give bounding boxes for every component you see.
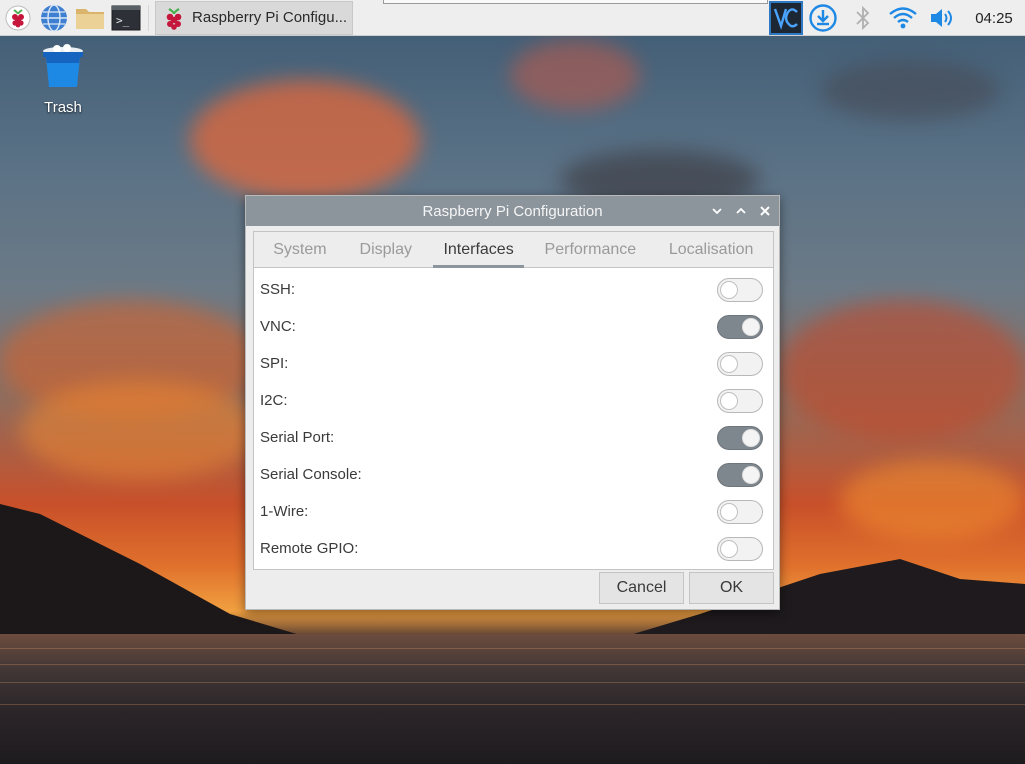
switch-knob: [742, 465, 760, 484]
configuration-dialog: Raspberry Pi Configuration System Displa…: [245, 195, 780, 610]
row-label: SPI:: [260, 355, 289, 372]
trash-icon: [43, 44, 83, 87]
taskbar-separator: [148, 4, 149, 31]
tab-label: Localisation: [668, 240, 754, 258]
system-tray: 04:25: [769, 0, 1025, 36]
row-remote-gpio: Remote GPIO:: [254, 530, 773, 567]
tab-label: Display: [359, 240, 412, 258]
row-label: Serial Console:: [260, 466, 362, 483]
row-i2c: I2C:: [254, 382, 773, 419]
spi-switch[interactable]: [717, 351, 763, 376]
web-browser-icon: [41, 3, 67, 32]
file-manager-icon: [76, 8, 104, 29]
serial-port-switch[interactable]: [717, 425, 763, 450]
cancel-button[interactable]: Cancel: [599, 572, 684, 604]
one-wire-switch[interactable]: [717, 499, 763, 524]
tab-display[interactable]: Display: [346, 232, 426, 267]
tab-localisation[interactable]: Localisation: [649, 232, 773, 267]
raspberry-pi-icon: [166, 7, 182, 30]
ok-button[interactable]: OK: [689, 572, 774, 604]
row-spi: SPI:: [254, 345, 773, 382]
download-update-icon: [809, 4, 837, 32]
svg-text:>_: >_: [116, 14, 130, 27]
tab-interfaces[interactable]: Interfaces: [426, 232, 532, 268]
chevron-up-icon: [736, 207, 746, 214]
volume-button[interactable]: [923, 0, 963, 36]
clock[interactable]: 04:25: [963, 10, 1025, 27]
serial-console-switch[interactable]: [717, 462, 763, 487]
raspberry-menu-icon: [5, 5, 31, 30]
window-controls: [709, 196, 773, 226]
vnc-server-icon: [773, 8, 798, 30]
tab-label: Interfaces: [433, 232, 525, 268]
taskbar: >_ Raspberry Pi Configu... 04:25: [0, 0, 1025, 36]
maximize-button[interactable]: [733, 203, 749, 219]
bluetooth-button[interactable]: [843, 0, 883, 36]
terminal-button[interactable]: >_: [108, 0, 144, 36]
i2c-switch[interactable]: [717, 388, 763, 413]
row-label: VNC:: [260, 318, 296, 335]
taskbar-window-label: Raspberry Pi Configu...: [192, 9, 348, 26]
dialog-titlebar[interactable]: Raspberry Pi Configuration: [246, 196, 779, 226]
taskbar-input-strip: [383, 0, 768, 4]
chevron-down-icon: [712, 208, 722, 215]
ssh-switch[interactable]: [717, 277, 763, 302]
lake: [0, 634, 1025, 764]
row-label: Serial Port:: [260, 429, 335, 446]
row-label: Remote GPIO:: [260, 540, 359, 557]
web-browser-button[interactable]: [36, 0, 72, 36]
tab-label: System: [273, 240, 327, 258]
wifi-icon: [889, 7, 917, 29]
switch-knob: [720, 280, 738, 299]
switch-knob: [720, 539, 738, 558]
row-1-wire: 1-Wire:: [254, 493, 773, 530]
update-button[interactable]: [803, 0, 843, 36]
bluetooth-icon: [856, 5, 870, 31]
tab-notebook: System Display Interfaces Performance Lo…: [253, 231, 774, 570]
tab-system[interactable]: System: [254, 232, 346, 267]
row-serial-port: Serial Port:: [254, 419, 773, 456]
file-manager-button[interactable]: [72, 0, 108, 36]
remote-gpio-switch[interactable]: [717, 536, 763, 561]
terminal-icon: >_: [111, 5, 141, 30]
switch-knob: [720, 502, 738, 521]
minimize-button[interactable]: [709, 203, 725, 219]
tab-label: Performance: [544, 240, 637, 258]
interface-list: SSH: VNC: SPI: I2C: Serial Port: Serial …: [254, 268, 773, 567]
switch-knob: [720, 391, 738, 410]
switch-knob: [742, 317, 760, 336]
raspberry-menu-button[interactable]: [0, 0, 36, 36]
switch-knob: [742, 428, 760, 447]
row-label: I2C:: [260, 392, 288, 409]
row-ssh: SSH:: [254, 271, 773, 308]
close-button[interactable]: [757, 203, 773, 219]
row-vnc: VNC:: [254, 308, 773, 345]
switch-knob: [720, 354, 738, 373]
volume-icon: [931, 9, 952, 27]
row-serial-console: Serial Console:: [254, 456, 773, 493]
tab-bar: System Display Interfaces Performance Lo…: [254, 232, 773, 268]
desktop-icon-trash[interactable]: Trash: [28, 42, 98, 116]
dialog-title: Raspberry Pi Configuration: [422, 202, 603, 220]
row-label: SSH:: [260, 281, 296, 298]
vnc-switch[interactable]: [717, 314, 763, 339]
desktop-icon-label: Trash: [44, 99, 82, 116]
tab-performance[interactable]: Performance: [531, 232, 649, 267]
wifi-button[interactable]: [883, 0, 923, 36]
taskbar-window-button[interactable]: Raspberry Pi Configu...: [155, 0, 353, 35]
row-label: 1-Wire:: [260, 503, 309, 520]
vnc-server-button[interactable]: [769, 1, 803, 35]
close-icon: [760, 206, 770, 216]
